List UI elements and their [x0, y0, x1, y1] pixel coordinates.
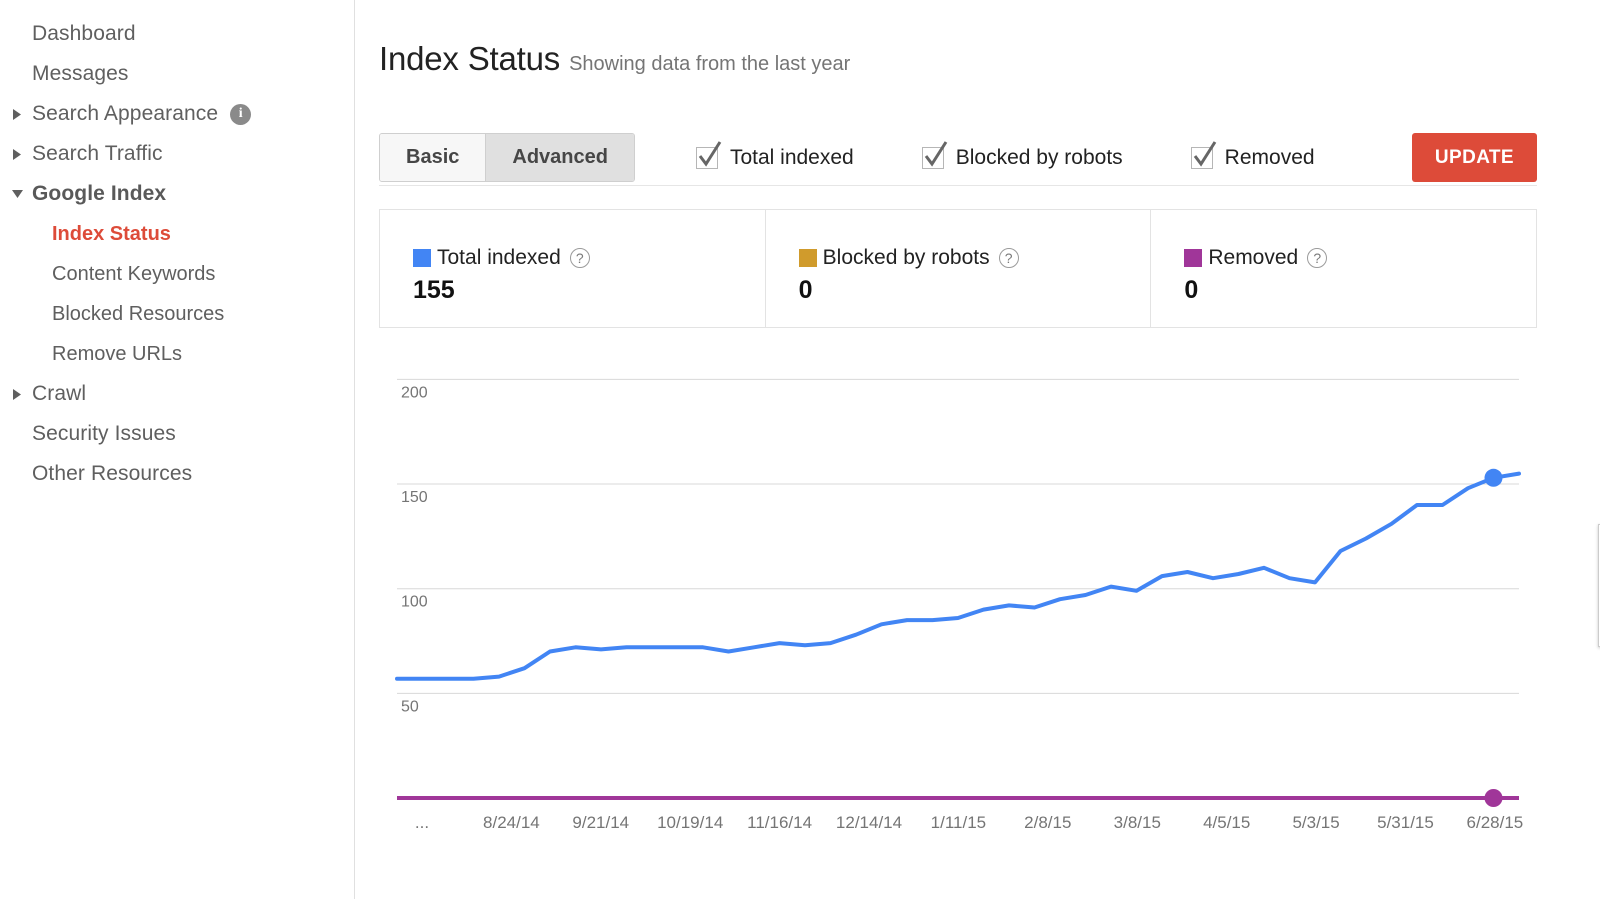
card-label: Blocked by robots [823, 246, 990, 270]
color-swatch-icon [413, 249, 431, 267]
x-axis-tick-label: 8/24/14 [483, 813, 540, 832]
sidebar-item-search-appearance[interactable]: Search Appearance i [0, 94, 354, 134]
sidebar-item-crawl[interactable]: Crawl [0, 374, 354, 414]
index-status-page: Dashboard Messages Search Appearance i S… [0, 0, 1600, 899]
x-axis-tick-label: 9/21/14 [572, 813, 629, 832]
checkbox-label: Total indexed [730, 146, 854, 170]
x-axis-tick-label: 3/8/15 [1114, 813, 1161, 832]
checkbox-removed[interactable]: Removed [1191, 146, 1315, 170]
sidebar-item-label: Other Resources [32, 462, 192, 486]
sidebar-item-label: Messages [32, 62, 129, 86]
card-total-indexed: Total indexed ? 155 [380, 210, 765, 327]
y-axis-tick-label: 100 [401, 594, 428, 611]
checkbox-box[interactable] [696, 147, 718, 169]
page-subtitle: Showing data from the last year [569, 53, 850, 76]
sidebar-subitem-label: Remove URLs [52, 343, 182, 366]
tab-advanced[interactable]: Advanced [485, 134, 634, 181]
x-axis-tick-label: 10/19/14 [657, 813, 723, 832]
x-axis-tick-label: 5/31/15 [1377, 813, 1434, 832]
card-header: Total indexed ? [413, 246, 765, 270]
help-icon[interactable]: ? [1307, 248, 1327, 268]
summary-cards: Total indexed ? 155 Blocked by robots ? … [379, 209, 1537, 328]
sidebar-item-label: Search Appearance [32, 102, 218, 126]
card-header: Blocked by robots ? [799, 246, 1151, 270]
sidebar-item-google-index[interactable]: Google Index [0, 174, 354, 214]
y-axis-tick-label: 50 [401, 698, 419, 715]
sidebar-item-blocked-resources[interactable]: Blocked Resources [0, 294, 354, 334]
x-axis-tick-label: 6/28/15 [1467, 813, 1524, 832]
series-line [397, 474, 1519, 679]
sidebar-item-security-issues[interactable]: Security Issues [0, 414, 354, 454]
card-value: 0 [1184, 276, 1536, 305]
sidebar-item-label: Google Index [32, 182, 166, 206]
sidebar-item-label: Crawl [32, 382, 86, 406]
chart-canvas[interactable]: 50 100 150 200... 8/24/14 9/21/14 10/19/14 11/1… [379, 330, 1555, 870]
sidebar-item-messages[interactable]: Messages [0, 54, 354, 94]
checkbox-label: Blocked by robots [956, 146, 1123, 170]
sidebar: Dashboard Messages Search Appearance i S… [0, 0, 355, 899]
check-icon [696, 141, 722, 171]
x-axis-tick-label: ... [415, 813, 429, 832]
x-axis-tick-label: 11/16/14 [747, 813, 812, 832]
update-button[interactable]: UPDATE [1412, 133, 1537, 182]
checkbox-total-indexed[interactable]: Total indexed [696, 146, 854, 170]
x-axis-tick-label: 4/5/15 [1203, 813, 1250, 832]
checkbox-blocked-by-robots[interactable]: Blocked by robots [922, 146, 1123, 170]
x-axis-tick-label: 5/3/15 [1292, 813, 1339, 832]
view-mode-toggle: Basic Advanced [379, 133, 635, 182]
check-icon [1191, 141, 1217, 171]
sidebar-item-search-traffic[interactable]: Search Traffic [0, 134, 354, 174]
index-status-chart[interactable]: 50 100 150 200... 8/24/14 9/21/14 10/19/14 11/1… [379, 330, 1555, 870]
card-value: 0 [799, 276, 1151, 305]
sidebar-item-label: Dashboard [32, 22, 136, 46]
color-swatch-icon [1184, 249, 1202, 267]
triangle-right-icon [12, 109, 32, 120]
card-label: Removed [1208, 246, 1298, 270]
sidebar-item-index-status[interactable]: Index Status [0, 214, 354, 254]
card-header: Removed ? [1184, 246, 1536, 270]
data-point-highlight[interactable] [1485, 789, 1503, 807]
triangle-right-icon [12, 389, 32, 400]
triangle-down-icon [12, 189, 32, 199]
sidebar-item-other-resources[interactable]: Other Resources [0, 454, 354, 494]
data-point-highlight[interactable] [1485, 469, 1503, 487]
checkbox-label: Removed [1225, 146, 1315, 170]
sidebar-subitem-label: Content Keywords [52, 263, 215, 286]
color-swatch-icon [799, 249, 817, 267]
page-title: Index Status [379, 40, 560, 78]
card-value: 155 [413, 276, 765, 305]
x-axis-tick-label: 12/14/14 [836, 813, 902, 832]
x-axis-tick-label: 1/11/15 [931, 813, 986, 832]
sidebar-item-content-keywords[interactable]: Content Keywords [0, 254, 354, 294]
main-content: Index Status Showing data from the last … [355, 0, 1600, 899]
chart-toolbar: Basic Advanced Total indexed Blocked by [379, 130, 1537, 186]
checkbox-box[interactable] [1191, 147, 1213, 169]
y-axis-tick-label: 150 [401, 489, 428, 506]
y-axis-tick-label: 200 [401, 384, 428, 401]
x-axis-tick-label: 2/8/15 [1024, 813, 1071, 832]
sidebar-subitem-label: Index Status [52, 223, 171, 246]
tab-basic[interactable]: Basic [380, 134, 485, 181]
sidebar-item-remove-urls[interactable]: Remove URLs [0, 334, 354, 374]
help-icon[interactable]: ? [570, 248, 590, 268]
checkbox-box[interactable] [922, 147, 944, 169]
card-label: Total indexed [437, 246, 561, 270]
card-blocked-by-robots: Blocked by robots ? 0 [765, 210, 1151, 327]
sidebar-item-label: Search Traffic [32, 142, 163, 166]
sidebar-item-label: Security Issues [32, 422, 176, 446]
sidebar-item-dashboard[interactable]: Dashboard [0, 14, 354, 54]
info-icon[interactable]: i [230, 104, 251, 125]
help-icon[interactable]: ? [999, 248, 1019, 268]
triangle-right-icon [12, 149, 32, 160]
page-header: Index Status Showing data from the last … [379, 18, 1600, 100]
check-icon [922, 141, 948, 171]
sidebar-subitem-label: Blocked Resources [52, 303, 224, 326]
card-removed: Removed ? 0 [1150, 210, 1536, 327]
